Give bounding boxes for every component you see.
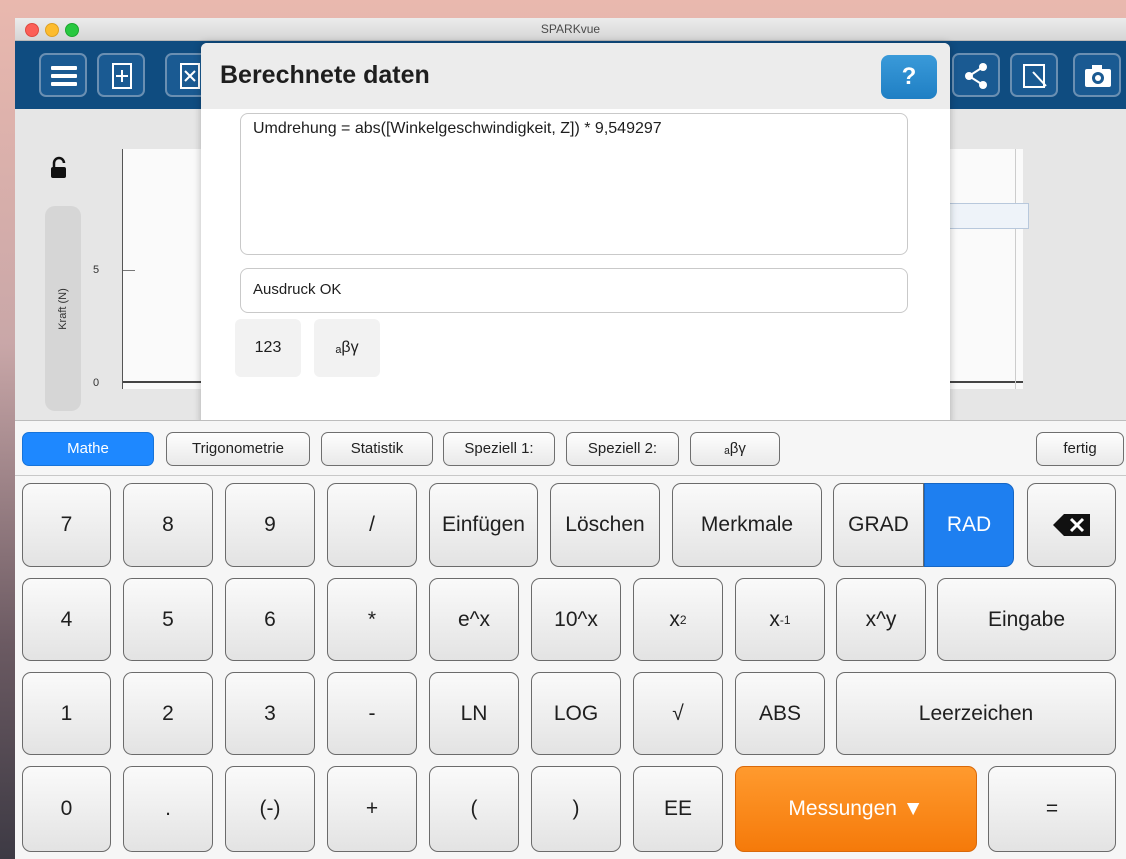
- key-4[interactable]: 4: [22, 578, 111, 661]
- key-divide[interactable]: /: [327, 483, 417, 567]
- key-reciprocal-label: x: [769, 607, 780, 631]
- backspace-icon: [1052, 514, 1090, 536]
- app-window: SPARKvue Kraft (N) 5 0 Berechnete daten …: [15, 18, 1126, 859]
- camera-button[interactable]: [1073, 53, 1121, 97]
- key-ln[interactable]: LN: [429, 672, 519, 755]
- expression-input[interactable]: Umdrehung = abs([Winkelgeschwindigkeit, …: [240, 113, 908, 255]
- tab-statistik[interactable]: Statistik: [321, 432, 433, 466]
- key-0[interactable]: 0: [22, 766, 111, 852]
- tab-speziell-2[interactable]: Speziell 2:: [566, 432, 679, 466]
- degree-mode-button[interactable]: GRAD: [833, 483, 924, 567]
- expression-status: Ausdruck OK: [240, 268, 908, 313]
- key-sqrt[interactable]: √: [633, 672, 723, 755]
- y-tick-label: 5: [93, 264, 100, 276]
- key-square[interactable]: x2: [633, 578, 723, 661]
- tab-trigonometrie[interactable]: Trigonometrie: [166, 432, 310, 466]
- key-multiply[interactable]: *: [327, 578, 417, 661]
- key-equals[interactable]: =: [988, 766, 1116, 852]
- key-plus[interactable]: +: [327, 766, 417, 852]
- greek-keyboard-button[interactable]: ₐβγ: [314, 319, 380, 377]
- key-decimal[interactable]: .: [123, 766, 213, 852]
- share-icon: [965, 63, 987, 89]
- keyboard-divider: [15, 475, 1126, 476]
- key-ee[interactable]: EE: [633, 766, 723, 852]
- y-tick-label: 0: [93, 377, 100, 389]
- numeric-keyboard-button[interactable]: 123: [235, 319, 301, 377]
- key-abs[interactable]: ABS: [735, 672, 825, 755]
- done-button[interactable]: fertig: [1036, 432, 1124, 466]
- key-power[interactable]: x^y: [836, 578, 926, 661]
- key-reciprocal-sup: -1: [779, 612, 791, 627]
- key-negate[interactable]: (-): [225, 766, 315, 852]
- calculated-data-dialog: Berechnete daten ? Umdrehung = abs([Wink…: [201, 43, 950, 428]
- y-axis-label: Kraft (N): [57, 288, 69, 330]
- enter-button[interactable]: Eingabe: [937, 578, 1116, 661]
- share-button[interactable]: [952, 53, 1000, 97]
- export-button[interactable]: [1010, 53, 1058, 97]
- key-reciprocal[interactable]: x -1: [735, 578, 825, 661]
- tab-mathe[interactable]: Mathe: [22, 432, 154, 466]
- key-pow10[interactable]: 10^x: [531, 578, 621, 661]
- key-square-label: x: [669, 607, 680, 631]
- radian-mode-button[interactable]: RAD: [924, 483, 1014, 567]
- menu-icon: [51, 66, 77, 86]
- key-5[interactable]: 5: [123, 578, 213, 661]
- key-square-sup: 2: [679, 612, 687, 627]
- backspace-button[interactable]: [1027, 483, 1116, 567]
- key-1[interactable]: 1: [22, 672, 111, 755]
- key-2[interactable]: 2: [123, 672, 213, 755]
- dialog-header: Berechnete daten ?: [201, 43, 950, 109]
- properties-button[interactable]: Merkmale: [672, 483, 822, 567]
- key-6[interactable]: 6: [225, 578, 315, 661]
- camera-icon: [1085, 65, 1111, 87]
- delete-button[interactable]: Löschen: [550, 483, 660, 567]
- math-keyboard: Mathe Trigonometrie Statistik Speziell 1…: [15, 420, 1126, 859]
- insert-button[interactable]: Einfügen: [429, 483, 538, 567]
- space-button[interactable]: Leerzeichen: [836, 672, 1116, 755]
- help-button[interactable]: ?: [881, 55, 937, 99]
- key-8[interactable]: 8: [123, 483, 213, 567]
- export-icon: [1023, 64, 1047, 88]
- measurements-button[interactable]: Messungen ▼: [735, 766, 977, 852]
- key-close-paren[interactable]: ): [531, 766, 621, 852]
- menu-button[interactable]: [39, 53, 87, 97]
- tab-greek[interactable]: ₐβγ: [690, 432, 780, 466]
- add-page-button[interactable]: [97, 53, 145, 97]
- unlock-icon[interactable]: [48, 156, 70, 180]
- key-9[interactable]: 9: [225, 483, 315, 567]
- add-page-icon: [112, 63, 132, 89]
- window-titlebar: SPARKvue: [15, 18, 1126, 41]
- dialog-title: Berechnete daten: [220, 61, 430, 89]
- key-open-paren[interactable]: (: [429, 766, 519, 852]
- key-7[interactable]: 7: [22, 483, 111, 567]
- window-title: SPARKvue: [540, 22, 601, 36]
- key-exp[interactable]: e^x: [429, 578, 519, 661]
- key-3[interactable]: 3: [225, 672, 315, 755]
- key-minus[interactable]: -: [327, 672, 417, 755]
- key-log[interactable]: LOG: [531, 672, 621, 755]
- tab-speziell-1[interactable]: Speziell 1:: [443, 432, 555, 466]
